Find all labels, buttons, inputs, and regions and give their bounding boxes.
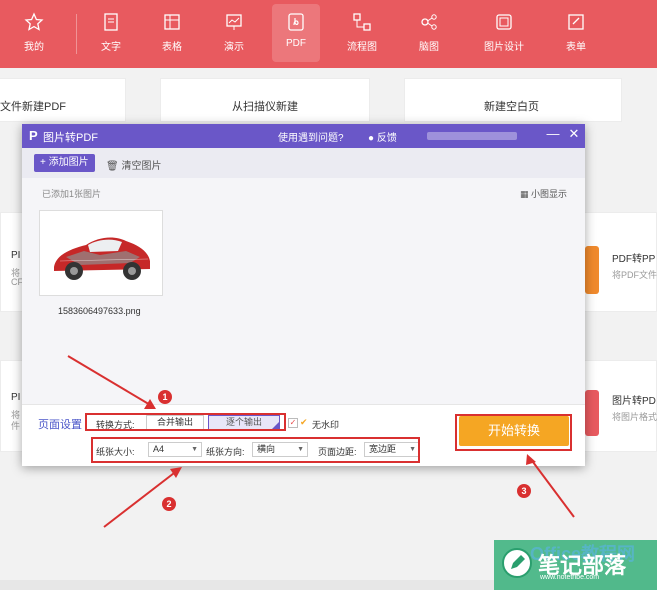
clear-images-button[interactable]: 🗑 清空图片 (106, 157, 161, 172)
site-watermark: Office教程网 笔记部落 www.notetribe.com (494, 540, 657, 590)
arrow-3 (529, 457, 575, 518)
view-mode-label: 小图显示 (530, 189, 567, 199)
left-tool-desc-2b: 件 (11, 421, 21, 431)
added-count: 已添加1张图片 (42, 189, 102, 199)
flowchart-icon (353, 13, 371, 31)
toolbar-item-mindmap[interactable]: 脑图 (405, 4, 453, 62)
view-mode-toggle[interactable]: ▦ 小图显示 (520, 187, 567, 200)
close-button[interactable]: ✕ (567, 126, 581, 142)
page-settings-label: 页面设置 (38, 419, 82, 431)
document-icon (104, 13, 118, 31)
image-list-area: 已添加1张图片 ▦ 小图显示 1583606497633.png (22, 178, 585, 404)
blurred-account (427, 132, 517, 140)
toolbar-divider (76, 14, 77, 54)
pdf-to-ppt-title[interactable]: PDF转PP (612, 250, 655, 265)
toolbar-label: 脑图 (419, 42, 439, 53)
star-icon (24, 12, 44, 31)
toolbar-item-mine[interactable]: 我的 (10, 4, 58, 62)
file-name: 1583606497633.png (58, 306, 141, 316)
left-tool-title-1: PI (11, 250, 21, 261)
toolbar-label: 表格 (162, 42, 182, 53)
pdf-icon (288, 13, 304, 31)
image-to-pdf-desc: 将图片格式 (612, 412, 657, 422)
toolbar-label: 表单 (566, 42, 586, 53)
image-to-pdf-icon (585, 390, 599, 436)
toolbar-label: 我的 (24, 42, 44, 53)
clear-images-label: 清空图片 (121, 161, 162, 172)
toolbar-item-flowchart[interactable]: 流程图 (338, 4, 386, 62)
toolbar-item-pdf[interactable]: PDF (272, 4, 320, 62)
dialog-titlebar[interactable]: P 图片转PDF 使用遇到问题? ● 反馈 — ✕ (22, 124, 585, 148)
chat-bubble-icon: ● (368, 133, 375, 144)
scan-new-label: 从扫描仪新建 (232, 101, 298, 113)
toolbar-label: 文字 (101, 42, 121, 53)
arrowhead-2 (170, 467, 182, 478)
image-to-pdf-title[interactable]: 图片转PD (612, 392, 656, 407)
new-pdf-label: 文件新建PDF (0, 101, 66, 113)
car-image (54, 237, 150, 280)
annotation-box-1 (85, 413, 286, 431)
toolbar-label: PDF (286, 38, 306, 49)
pdf-logo-icon: P (29, 128, 38, 143)
minimize-button[interactable]: — (546, 126, 560, 141)
dialog-title: 图片转PDF (43, 132, 98, 144)
annotation-box-3 (455, 414, 572, 451)
left-tool-title-2: PI (11, 392, 21, 403)
add-image-label: 添加图片 (48, 157, 89, 168)
new-blank-label: 新建空白页 (484, 101, 539, 113)
no-watermark-icon: ✔ (300, 417, 308, 427)
annotation-box-2 (91, 437, 420, 463)
image-thumbnail[interactable] (39, 210, 163, 296)
pdf-to-ppt-icon (585, 246, 599, 294)
pdf-to-ppt-desc: 将PDF文件转 (612, 270, 657, 280)
trash-icon: 🗑 (106, 161, 119, 172)
dialog-subtoolbar: + 添加图片 🗑 清空图片 (22, 148, 585, 178)
no-watermark-label: 无水印 (312, 420, 340, 430)
image-design-icon (496, 14, 512, 30)
help-link[interactable]: 使用遇到问题? (278, 129, 344, 144)
toolbar-item-text[interactable]: 文字 (87, 4, 135, 62)
table-icon (164, 14, 180, 30)
step-marker-2: 2 (162, 497, 176, 511)
top-toolbar: 我的 文字 表格 演示 PDF 流程图 脑图 图片设计 表单 (0, 0, 657, 68)
toolbar-label: 流程图 (347, 42, 377, 53)
watermark-url: www.notetribe.com (540, 574, 600, 581)
toolbar-label: 图片设计 (484, 42, 524, 53)
grid-icon: ▦ (519, 189, 529, 199)
form-icon (568, 14, 584, 30)
pencil-logo-icon (502, 548, 532, 578)
toolbar-label: 演示 (224, 42, 244, 53)
feedback-label: 反馈 (376, 133, 397, 144)
toolbar-item-image-design[interactable]: 图片设计 (480, 4, 528, 62)
mindmap-icon (421, 14, 437, 30)
step-marker-1: 1 (158, 390, 172, 404)
toolbar-item-sheet[interactable]: 表格 (148, 4, 196, 62)
toolbar-item-form[interactable]: 表单 (552, 4, 600, 62)
add-image-button[interactable]: + 添加图片 (34, 154, 95, 172)
plus-icon: + (40, 157, 46, 168)
feedback-link[interactable]: ● 反馈 (368, 129, 397, 144)
watermark-checkbox[interactable]: ✓ (288, 418, 298, 428)
presentation-icon (226, 14, 242, 30)
toolbar-item-presentation[interactable]: 演示 (210, 4, 258, 62)
step-marker-3: 3 (517, 484, 531, 498)
